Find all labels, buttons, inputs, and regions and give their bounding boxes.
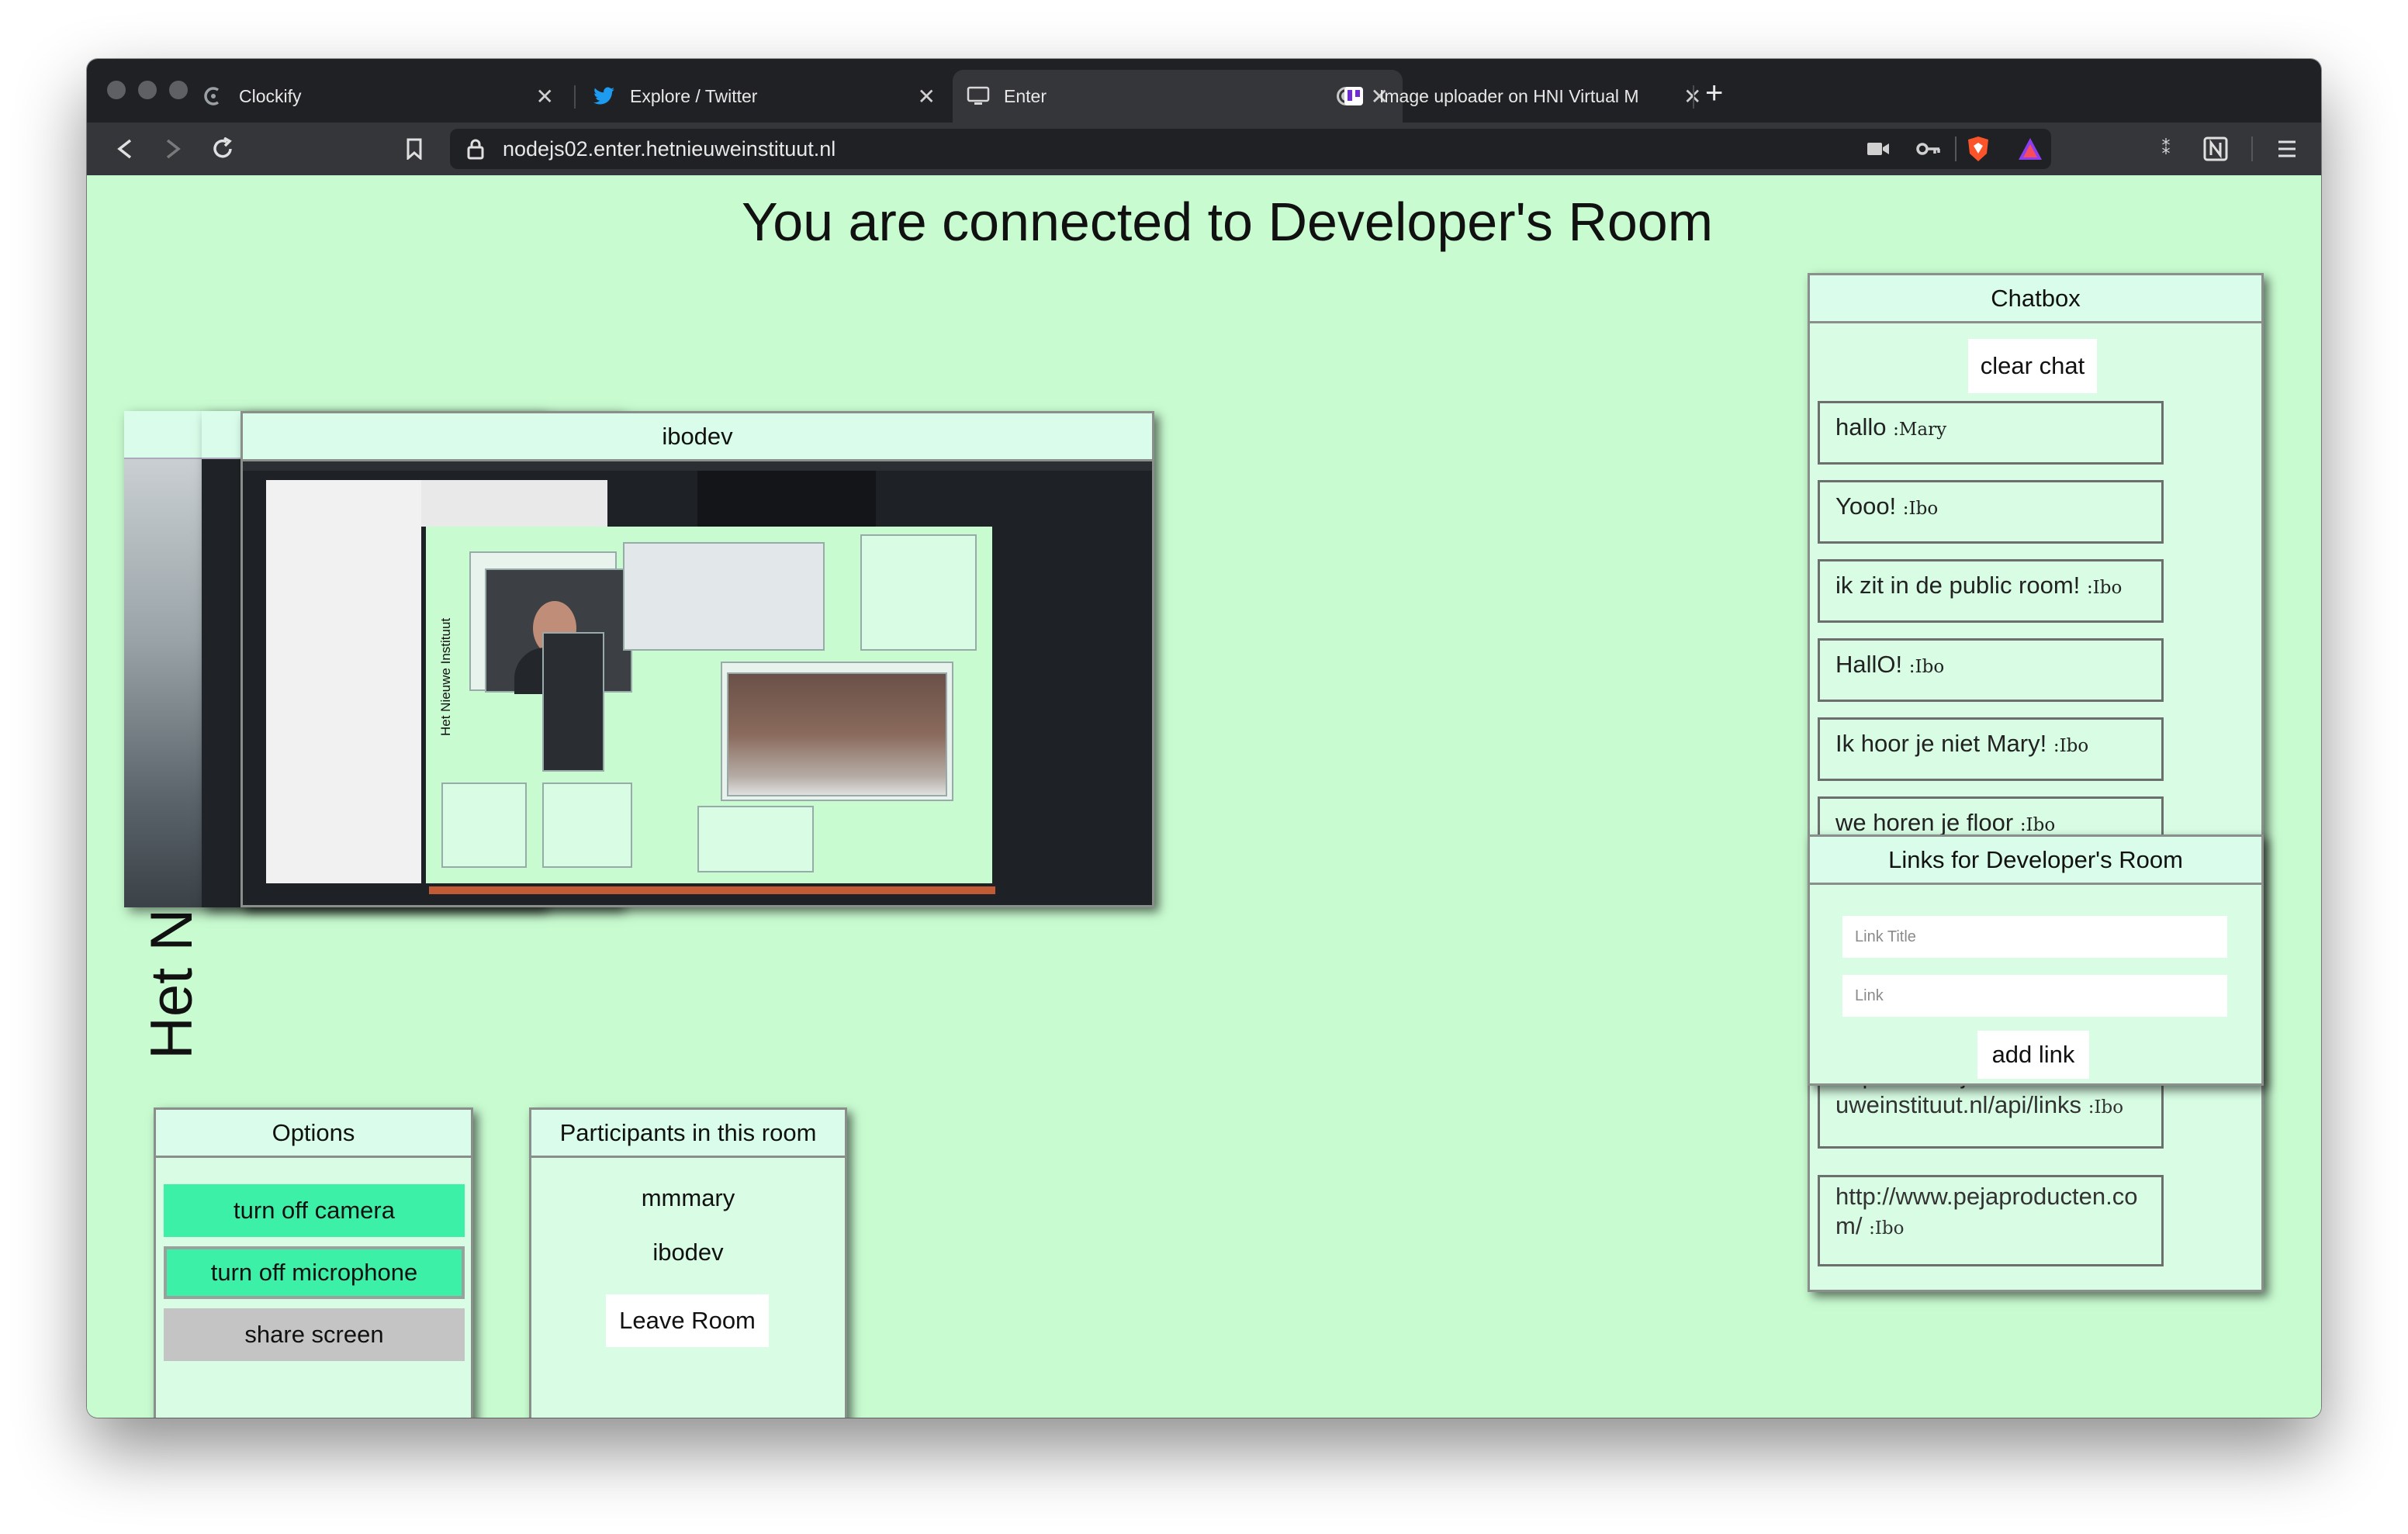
link-title-input[interactable] <box>1842 916 2227 958</box>
twitter-bird-icon <box>593 85 616 108</box>
close-window-dot[interactable] <box>107 81 126 99</box>
menu-icon[interactable] <box>2271 130 2302 168</box>
minimize-window-dot[interactable] <box>138 81 157 99</box>
video-card-ibodev: ibodev Het Nieuwe Instituut <box>240 411 1154 907</box>
tab-twitter[interactable]: Explore / Twitter ✕ <box>579 70 950 123</box>
maximize-window-dot[interactable] <box>169 81 188 99</box>
chat-message: hallo :Mary <box>1818 401 2164 465</box>
chat-message: ik zit in de public room! :Ibo <box>1818 559 2164 623</box>
url-text: nodejs02.enter.hetnieuweinstituut.nl <box>503 137 836 161</box>
links-panel: Links for Developer's Room add link <box>1808 834 2264 1086</box>
extensions-icon[interactable]: ⁑ <box>2150 130 2181 168</box>
inner-vertical-label: Het Nieuwe Instituut <box>438 617 453 736</box>
address-bar[interactable]: nodejs02.enter.hetnieuweinstituut.nl <box>450 129 2051 169</box>
monitor-icon <box>967 85 990 108</box>
tab-title: Enter <box>1004 85 1047 106</box>
forward-icon[interactable] <box>155 130 191 168</box>
leave-room-button[interactable]: Leave Room <box>606 1294 769 1347</box>
clear-chat-button[interactable]: clear chat <box>1968 339 2097 393</box>
tab-title: Clockify <box>239 85 302 106</box>
add-link-button[interactable]: add link <box>1977 1031 2089 1079</box>
link-item[interactable]: http://www.pejaproducten.com/ :Ibo <box>1818 1175 2164 1266</box>
new-tab-button[interactable]: + <box>1705 76 1723 111</box>
browser-window: Clockify ✕ Explore / Twitter ✕ Enter ✕ I… <box>87 59 2321 1418</box>
back-icon[interactable] <box>107 130 143 168</box>
shared-screen-video: Het Nieuwe Instituut <box>243 461 1152 905</box>
tab-title: Image uploader on HNI Virtual M <box>1379 85 1639 106</box>
chatbox-title: Chatbox <box>1810 275 2261 323</box>
chatbox-panel: Chatbox clear chat hallo :Mary Yooo! :Ib… <box>1808 273 2264 1292</box>
brave-shield-icon[interactable] <box>1966 135 1991 167</box>
participant-name: mmmary <box>641 1184 735 1211</box>
options-title: Options <box>156 1110 471 1158</box>
key-icon[interactable] <box>1916 140 1941 162</box>
chat-message: HallO! :Ibo <box>1818 638 2164 702</box>
browser-toolbar: nodejs02.enter.hetnieuweinstituut.nl ⁑ <box>87 123 2321 175</box>
video-title: ibodev <box>243 413 1152 461</box>
brave-rewards-icon[interactable] <box>2017 136 2043 165</box>
chat-message: Ik hoor je niet Mary! :Ibo <box>1818 717 2164 781</box>
options-panel: Options turn off camera turn off microph… <box>154 1107 473 1418</box>
participants-title: Participants in this room <box>531 1110 845 1158</box>
turn-off-microphone-button[interactable]: turn off microphone <box>164 1246 465 1299</box>
page-content: You are connected to Developer's Room He… <box>87 175 2321 1418</box>
turn-off-camera-button[interactable]: turn off camera <box>164 1184 465 1237</box>
chat-app-sidebar <box>266 480 421 883</box>
chat-message: Yooo! :Ibo <box>1818 480 2164 544</box>
link-url-input[interactable] <box>1842 975 2227 1017</box>
notion-icon[interactable] <box>2199 130 2233 168</box>
bookmark-icon[interactable] <box>397 130 431 168</box>
participants-panel: Participants in this room mmmary ibodev … <box>529 1107 847 1418</box>
camera-icon[interactable] <box>1867 140 1890 162</box>
lock-icon <box>467 138 484 164</box>
tab-strip: Clockify ✕ Explore / Twitter ✕ Enter ✕ I… <box>87 59 2321 123</box>
clockify-icon <box>202 85 225 108</box>
close-icon[interactable]: ✕ <box>536 84 554 109</box>
tab-clockify[interactable]: Clockify ✕ <box>188 70 568 123</box>
page-title: You are connected to Developer's Room <box>741 192 1714 252</box>
trello-icon <box>1342 85 1365 108</box>
reload-icon[interactable] <box>203 130 242 168</box>
nested-page: Het Nieuwe Instituut <box>426 527 992 883</box>
tab-title: Explore / Twitter <box>630 85 758 106</box>
links-title: Links for Developer's Room <box>1810 837 2261 885</box>
share-screen-button[interactable]: share screen <box>164 1308 465 1361</box>
participant-name: ibodev <box>652 1239 724 1266</box>
close-icon[interactable]: ✕ <box>918 84 936 109</box>
